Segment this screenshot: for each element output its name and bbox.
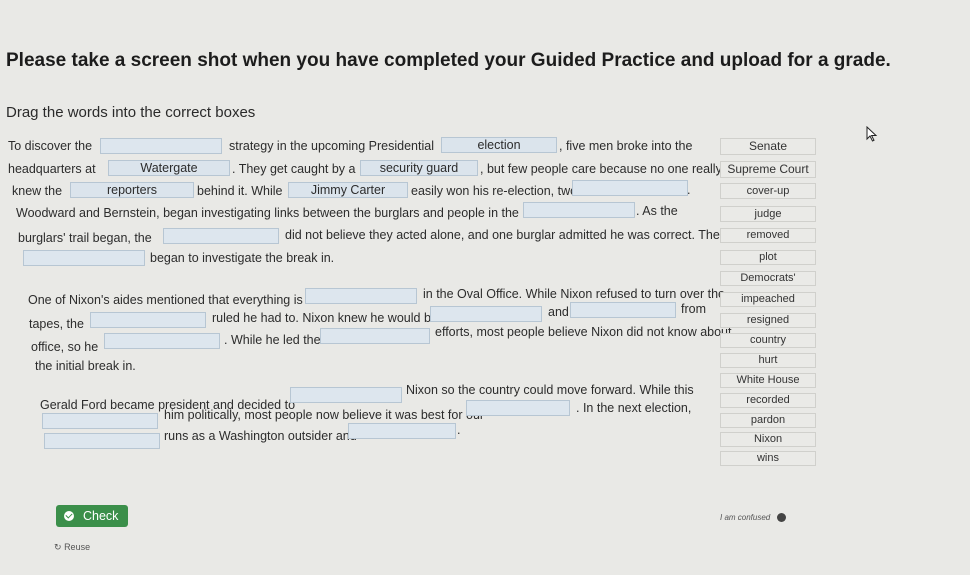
passage-text: burglars' trail began, the — [18, 231, 152, 245]
drop-box-filled[interactable]: reporters — [70, 182, 194, 198]
passage-text: the initial break in. — [35, 359, 136, 373]
check-circle-icon — [64, 511, 74, 521]
mouse-cursor-icon — [866, 126, 878, 142]
passage-text: runs as a Washington outsider and — [164, 429, 357, 443]
drop-box[interactable] — [90, 312, 206, 328]
passage-text: Woodward and Bernstein, began investigat… — [16, 206, 519, 220]
passage-text: headquarters at — [8, 162, 96, 176]
passage-text: . As the — [636, 204, 678, 218]
drop-box[interactable] — [44, 433, 160, 449]
drop-box[interactable] — [42, 413, 158, 429]
passage-text: in the Oval Office. While Nixon refused … — [423, 287, 725, 301]
passage-text: efforts, most people believe Nixon did n… — [435, 325, 732, 339]
passage-text: did not believe they acted alone, and on… — [285, 228, 720, 242]
passage-text: from — [681, 302, 706, 316]
passage-text: , five men broke into the — [559, 139, 693, 153]
word-bank-item[interactable]: plot — [720, 250, 816, 265]
passage-text: . They get caught by a — [232, 162, 356, 176]
passage-text: . In the next election, — [576, 401, 692, 415]
passage-text: began to investigate the break in. — [150, 251, 335, 265]
word-bank-item[interactable]: removed — [720, 228, 816, 243]
drop-box-filled[interactable]: security guard — [360, 160, 478, 176]
passage-text: office, so he — [31, 340, 99, 354]
drop-box[interactable] — [290, 387, 402, 403]
drop-box[interactable] — [572, 180, 688, 196]
passage-text: and — [548, 305, 569, 319]
passage-text: Nixon so the country could move forward.… — [406, 383, 694, 397]
check-button[interactable]: Check — [56, 505, 128, 527]
drop-box[interactable] — [320, 328, 430, 344]
word-bank-item[interactable]: cover-up — [720, 183, 816, 199]
help-icon[interactable] — [777, 513, 786, 522]
passage-text: . While he led the — [224, 333, 321, 347]
word-bank-item[interactable]: pardon — [720, 413, 816, 428]
drop-box-filled[interactable]: Watergate — [108, 160, 230, 176]
passage-text: tapes, the — [29, 317, 84, 331]
check-button-label: Check — [83, 509, 119, 523]
word-bank-item[interactable]: judge — [720, 206, 816, 222]
word-bank-item[interactable]: Nixon — [720, 432, 816, 447]
passage-text: knew the — [12, 184, 63, 198]
instructions: Drag the words into the correct boxes — [6, 104, 256, 121]
word-bank-item[interactable]: Democrats' — [720, 271, 816, 286]
word-bank-item[interactable]: country — [720, 333, 816, 348]
drop-box[interactable] — [163, 228, 279, 244]
drop-box[interactable] — [100, 138, 222, 154]
word-bank-item[interactable]: wins — [720, 451, 816, 466]
word-bank-item[interactable]: White House — [720, 373, 816, 388]
passage-text: him politically, most people now believe… — [164, 408, 485, 422]
drop-box[interactable] — [523, 202, 635, 218]
passage-text: strategy in the upcoming Presidential — [229, 139, 434, 153]
passage-text: To discover the — [8, 139, 93, 153]
word-bank-item[interactable]: Supreme Court — [720, 161, 816, 178]
passage-text: easily won his re-election, two — [411, 184, 578, 198]
drop-box[interactable] — [23, 250, 145, 266]
passage-text: ruled he had to. Nixon knew he would be — [212, 311, 438, 325]
drop-box-filled[interactable]: election — [441, 137, 557, 153]
word-bank-item[interactable]: resigned — [720, 313, 816, 328]
drop-box[interactable] — [430, 306, 542, 322]
passage-text: . — [687, 183, 691, 197]
drop-box[interactable] — [305, 288, 417, 304]
drop-box[interactable] — [570, 302, 676, 318]
drop-box[interactable] — [348, 423, 456, 439]
reuse-label: Reuse — [64, 542, 91, 552]
page-title: Please take a screen shot when you have … — [6, 50, 891, 71]
drop-box[interactable] — [104, 333, 220, 349]
passage-text: behind it. While — [197, 184, 283, 198]
word-bank-item[interactable]: Senate — [720, 138, 816, 155]
drop-box[interactable] — [466, 400, 570, 416]
passage-text: , but few people care because no one rea… — [480, 162, 722, 176]
reuse-link[interactable]: ↻ Reuse — [54, 542, 90, 553]
word-bank-item[interactable]: impeached — [720, 292, 816, 307]
confused-link[interactable]: I am confused — [720, 513, 770, 522]
word-bank-item[interactable]: recorded — [720, 393, 816, 408]
refresh-icon: ↻ — [54, 542, 62, 552]
drop-box-filled[interactable]: Jimmy Carter — [288, 182, 408, 198]
passage-text: . — [457, 423, 461, 437]
word-bank-item[interactable]: hurt — [720, 353, 816, 368]
passage-text: One of Nixon's aides mentioned that ever… — [28, 293, 303, 307]
